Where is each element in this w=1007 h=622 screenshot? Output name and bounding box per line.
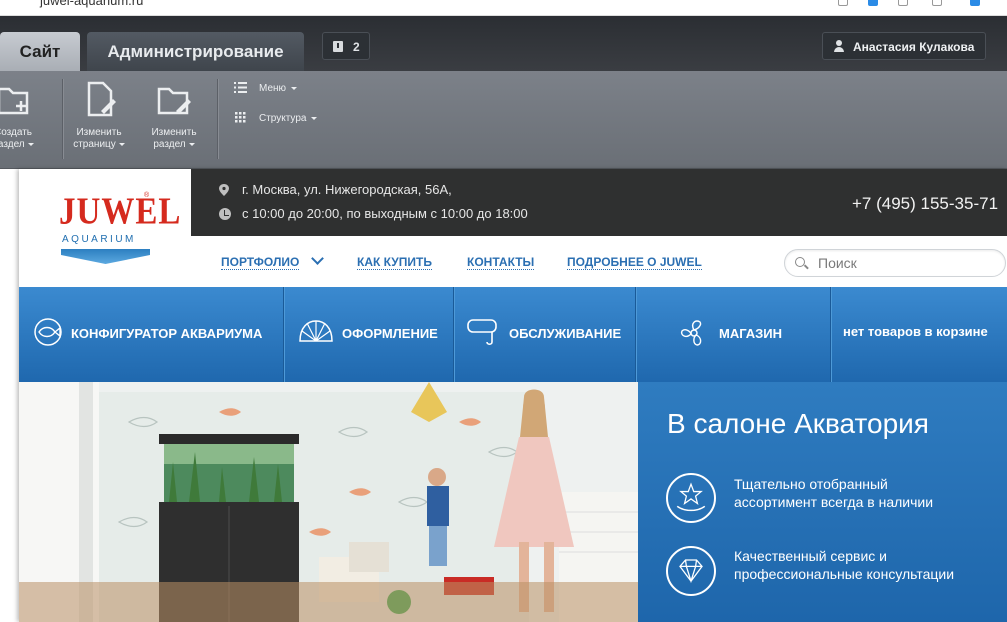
nav-contacts[interactable]: КОНТАКТЫ [467, 255, 535, 270]
search-input[interactable] [818, 254, 998, 272]
folder-plus-icon [0, 87, 29, 115]
showroom-photo [19, 382, 638, 622]
user-button[interactable]: Анастасия Кулакова [822, 32, 986, 60]
admin-panel-header: Сайт Администрирование 2 Анастасия Кулак… [0, 16, 1007, 71]
category-label: ОБСЛУЖИВАНИЕ [509, 326, 622, 341]
starfish-hand-icon [666, 473, 716, 523]
tool-label-2: раздел [153, 139, 186, 150]
category-label: МАГАЗИН [719, 326, 783, 341]
edit-page-button[interactable]: Изменить страницу [66, 79, 132, 163]
diving-mask-icon [467, 319, 497, 346]
tool-label-2: раздел [0, 139, 25, 150]
folder-edit-icon [157, 87, 191, 115]
page-edit-icon [87, 81, 116, 117]
shell-icon [299, 320, 333, 342]
site-content: JUWEL ® AQUARIUM г. Москва, ул. Нижегоро… [19, 169, 1007, 622]
search-icon[interactable] [795, 257, 805, 267]
promo-panel: В салоне Акватория Тщательно отобранный … [638, 382, 1007, 622]
fan-icon [680, 320, 702, 346]
search-box[interactable] [784, 249, 1006, 277]
category-shop[interactable]: МАГАЗИН [636, 287, 831, 382]
tab-administration[interactable]: Администрирование [87, 32, 304, 71]
share-icon[interactable] [898, 0, 908, 6]
edit-section-button[interactable]: Изменить раздел [141, 79, 207, 163]
registered-mark-icon: ® [144, 192, 150, 199]
notifications-button[interactable]: 2 [322, 32, 370, 60]
menu-label: Меню [259, 83, 287, 94]
tool-label-1: Изменить [76, 127, 122, 138]
diamond-icon [666, 546, 716, 596]
tool-label-1: Изменить [151, 127, 197, 138]
toolbar-divider [62, 79, 63, 159]
chevron-down-icon [118, 142, 125, 146]
user-name: Анастасия Кулакова [853, 40, 975, 54]
category-label: ОФОРМЛЕНИЕ [342, 326, 438, 341]
clock-icon [219, 208, 231, 220]
category-configurator[interactable]: КОНФИГУРАТОР АКВАРИУМА [19, 287, 284, 382]
logo-wave-graphic [61, 249, 150, 264]
nav-portfolio[interactable]: ПОРТФОЛИО [221, 255, 300, 270]
showroom-illustration [19, 382, 638, 622]
chevron-down-icon [27, 142, 34, 146]
hero-banner: В салоне Акватория Тщательно отобранный … [19, 382, 1007, 622]
site-logo[interactable]: JUWEL ® AQUARIUM [19, 169, 191, 286]
tool-label-1: Создать [0, 127, 32, 138]
url-text[interactable]: juwel-aquarium.ru [40, 0, 143, 8]
category-decoration[interactable]: ОФОРМЛЕНИЕ [284, 287, 454, 382]
category-label: КОНФИГУРАТОР АКВАРИУМА [71, 326, 263, 341]
contact-bar: г. Москва, ул. Нижегородская, 56А, с 10:… [191, 169, 1007, 236]
shield-icon[interactable] [868, 0, 878, 6]
browser-address-bar[interactable]: juwel-aquarium.ru [0, 0, 1007, 16]
tool-label-2: страницу [73, 139, 116, 150]
notification-count: 2 [353, 40, 360, 54]
user-icon [833, 40, 845, 52]
cart-status-label: нет товаров в корзине [843, 324, 988, 339]
main-navigation: ПОРТФОЛИО КАК КУПИТЬ КОНТАКТЫ ПОДРОБНЕЕ … [191, 236, 1007, 286]
category-bar: КОНФИГУРАТОР АКВАРИУМА ОФОРМЛЕНИЕ ОБСЛУЖ… [19, 287, 1007, 382]
location-pin-icon [219, 184, 229, 196]
nav-about-juwel[interactable]: ПОДРОБНЕЕ О JUWEL [567, 255, 702, 270]
create-section-button[interactable]: Создатьраздел [0, 79, 46, 163]
category-service[interactable]: ОБСЛУЖИВАНИЕ [454, 287, 636, 382]
promo-title: В салоне Акватория [667, 408, 929, 439]
promo-item-text: Тщательно отобранный ассортимент всегда … [734, 476, 934, 510]
promo-item-text: Качественный сервис и профессиональные к… [734, 548, 955, 582]
list-icon [234, 82, 247, 93]
settings-icon[interactable] [932, 0, 942, 6]
admin-toolbar: Создатьраздел Изменитьстраницу Изменитьр… [0, 71, 1007, 169]
chevron-down-icon [188, 142, 195, 146]
grid-icon [235, 112, 246, 123]
extension-icon[interactable] [970, 0, 980, 6]
chevron-down-icon [291, 86, 298, 90]
address-text: г. Москва, ул. Нижегородская, 56А, [242, 182, 452, 197]
bookmark-icon[interactable] [838, 0, 848, 6]
logo-sub-text: AQUARIUM [62, 234, 136, 245]
phone-number[interactable]: +7 (495) 155-35-71 [852, 194, 998, 214]
tab-site[interactable]: Сайт [0, 32, 80, 71]
opening-hours-text: с 10:00 до 20:00, по выходным с 10:00 до… [242, 206, 528, 221]
logo-main-text: JUWEL [59, 191, 182, 233]
toolbar-divider [217, 79, 218, 159]
notification-icon [333, 41, 343, 52]
chevron-down-icon [311, 116, 318, 120]
structure-label: Структура [259, 113, 307, 124]
cart-status[interactable]: нет товаров в корзине [831, 287, 1007, 382]
nav-how-to-buy[interactable]: КАК КУПИТЬ [357, 255, 432, 270]
chevron-down-icon[interactable] [311, 252, 324, 265]
fish-icon [34, 318, 62, 346]
